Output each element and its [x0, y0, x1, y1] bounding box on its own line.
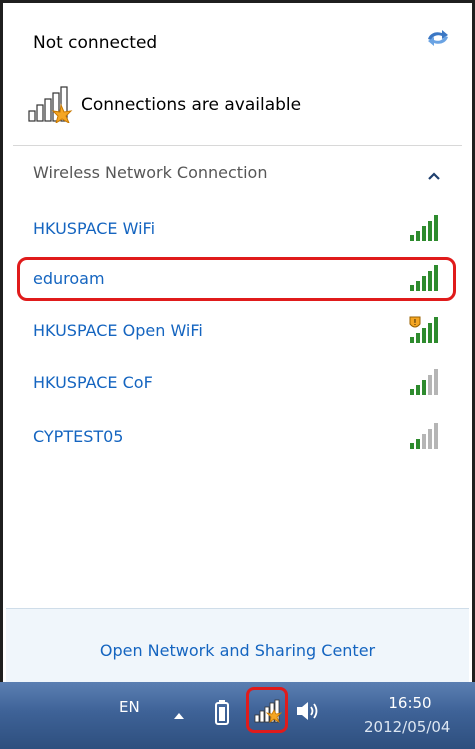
network-name: eduroam [33, 269, 105, 288]
network-item[interactable]: HKUSPACE WiFi [17, 207, 456, 251]
popup-footer: Open Network and Sharing Center [6, 608, 469, 686]
signal-strength-warning-icon: ! [408, 315, 438, 345]
signal-strength-icon [408, 213, 438, 243]
svg-text:!: ! [413, 318, 416, 327]
network-item[interactable]: HKUSPACE CoF [17, 361, 456, 405]
network-popup: Not connected Connections are available … [0, 0, 475, 686]
connections-available-row: Connections are available [27, 85, 301, 125]
connection-status: Not connected [33, 33, 158, 53]
network-name: HKUSPACE Open WiFi [33, 321, 203, 340]
language-indicator[interactable]: EN [119, 698, 140, 716]
network-item-highlighted[interactable]: eduroam [17, 257, 456, 301]
taskbar: EN 16:50 2012/05/04 [0, 682, 475, 749]
connections-available-label: Connections are available [81, 95, 302, 115]
network-item[interactable]: HKUSPACE Open WiFi ! [17, 309, 456, 353]
battery-icon[interactable] [214, 699, 230, 725]
network-name: CYPTEST05 [33, 427, 124, 446]
network-name: HKUSPACE CoF [33, 373, 153, 392]
section-header[interactable]: Wireless Network Connection [33, 163, 442, 182]
section-title: Wireless Network Connection [33, 163, 268, 182]
network-tray-icon[interactable] [246, 687, 288, 733]
signal-strength-icon [408, 263, 438, 293]
clock-time[interactable]: 16:50 [380, 694, 440, 712]
network-available-icon [27, 83, 75, 127]
refresh-icon[interactable] [424, 27, 452, 49]
volume-icon[interactable] [295, 700, 321, 722]
network-item[interactable]: CYPTEST05 [17, 415, 456, 459]
signal-strength-icon [408, 421, 438, 451]
chevron-up-icon[interactable] [426, 167, 442, 180]
signal-strength-icon [408, 367, 438, 397]
network-name: HKUSPACE WiFi [33, 219, 156, 238]
open-network-sharing-center-link[interactable]: Open Network and Sharing Center [6, 641, 469, 660]
clock-date[interactable]: 2012/05/04 [364, 718, 450, 736]
show-hidden-icons-icon[interactable] [173, 706, 185, 719]
divider [13, 145, 462, 146]
